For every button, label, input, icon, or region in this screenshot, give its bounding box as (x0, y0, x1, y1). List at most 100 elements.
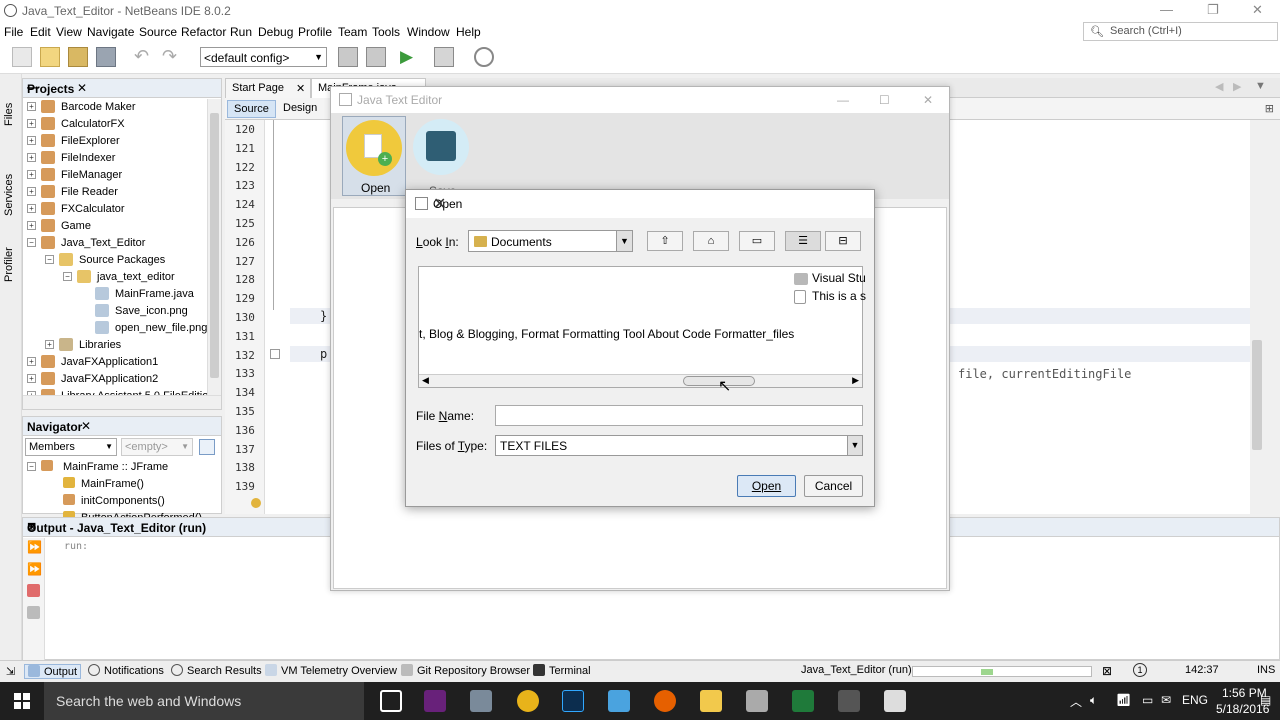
scroll-right-icon[interactable]: ▶ (852, 375, 859, 386)
expand-toggle-icon[interactable]: − (27, 462, 36, 471)
app-icon[interactable] (608, 690, 630, 712)
tree-item[interactable]: + Game (23, 218, 203, 235)
menu-team[interactable]: Team (338, 25, 367, 39)
settings-icon[interactable] (470, 690, 492, 712)
profile-icon[interactable] (474, 47, 494, 67)
home-icon[interactable]: ⌂ (693, 231, 729, 251)
open-button[interactable]: Open (737, 475, 796, 497)
fold-icon[interactable] (270, 349, 280, 359)
list-item[interactable]: Visual Stu (794, 271, 866, 285)
scroll-thumb[interactable] (210, 113, 219, 378)
status-tab-notifications[interactable]: Notifications (88, 664, 164, 677)
close-icon[interactable]: ✕ (296, 82, 305, 95)
close-icon[interactable]: ✕ (433, 194, 866, 214)
list-item[interactable]: This is a s (794, 289, 866, 304)
task-view-icon[interactable] (380, 690, 402, 712)
open-button[interactable]: + Open (342, 116, 406, 196)
scroll-left-icon[interactable]: ◀ (422, 375, 429, 386)
build-icon[interactable] (338, 47, 358, 67)
language-indicator[interactable]: ENG (1182, 693, 1208, 707)
status-tab-output[interactable]: Output (24, 664, 82, 679)
horizontal-scrollbar[interactable]: ◀ ▶ (419, 374, 862, 387)
taskbar-search[interactable]: Search the web and Windows (44, 682, 364, 720)
source-view-button[interactable]: Source (227, 100, 276, 118)
java-app-icon[interactable] (884, 690, 906, 712)
expand-toggle-icon[interactable]: + (27, 357, 36, 366)
minimize-icon[interactable]: — (1160, 2, 1173, 17)
layout-icon[interactable]: ⇲ (6, 665, 15, 678)
windows-start-icon[interactable] (14, 693, 30, 709)
status-tab-search-results[interactable]: Search Results (171, 664, 262, 677)
menu-view[interactable]: View (56, 25, 82, 39)
list-view-icon[interactable]: ☰ (785, 231, 821, 251)
navigator-item[interactable]: MainFrame() (23, 476, 203, 493)
save-button[interactable]: Save (411, 116, 475, 198)
scroll-right-icon[interactable]: ▶ (1233, 80, 1241, 93)
app-icon[interactable] (838, 690, 860, 712)
rerun-icon[interactable]: ⏩ (27, 540, 42, 554)
expand-toggle-icon[interactable]: + (27, 187, 36, 196)
run-icon[interactable]: ▶ (400, 47, 420, 67)
tree-item[interactable]: MainFrame.java (23, 286, 203, 303)
status-tab-git-browser[interactable]: Git Repository Browser (401, 664, 530, 677)
file-name-input[interactable] (495, 405, 863, 426)
open-project-icon[interactable] (68, 47, 88, 67)
tree-item[interactable]: + FileExplorer (23, 133, 203, 150)
menu-debug[interactable]: Debug (258, 25, 293, 39)
tree-item[interactable]: + Barcode Maker (23, 99, 203, 116)
app-icon[interactable] (746, 690, 768, 712)
new-project-icon[interactable] (40, 47, 60, 67)
minimize-icon[interactable]: — (27, 80, 215, 94)
up-folder-icon[interactable]: ⇧ (647, 231, 683, 251)
tree-item[interactable]: − java_text_editor (23, 269, 203, 286)
expand-toggle-icon[interactable]: − (63, 272, 72, 281)
tree-item[interactable]: + JavaFXApplication1 (23, 354, 203, 371)
tree-item[interactable]: + FileIndexer (23, 150, 203, 167)
tree-item[interactable]: + File Reader (23, 184, 203, 201)
redo-icon[interactable]: ↷ (162, 47, 182, 67)
view-icon[interactable] (199, 439, 215, 455)
notification-center-icon[interactable]: ▤ (1260, 693, 1271, 707)
restore-icon[interactable]: ❐ (1207, 2, 1219, 18)
expand-toggle-icon[interactable]: + (27, 170, 36, 179)
menu-edit[interactable]: Edit (30, 25, 51, 39)
expand-toggle-icon[interactable]: + (27, 221, 36, 230)
rerun-params-icon[interactable]: ⏩ (27, 562, 42, 576)
expand-toggle-icon[interactable]: + (27, 119, 36, 128)
side-tab-files[interactable]: Files (3, 103, 15, 126)
debug-icon[interactable] (434, 47, 454, 67)
maximize-icon[interactable]: ☐ (879, 93, 890, 107)
new-file-icon[interactable] (12, 47, 32, 67)
menu-help[interactable]: Help (456, 25, 481, 39)
look-in-select[interactable]: Documents ▼ (468, 230, 633, 252)
save-all-icon[interactable] (96, 47, 116, 67)
message-icon[interactable]: ✉︎ (1161, 693, 1171, 707)
menu-tools[interactable]: Tools (372, 25, 400, 39)
tab-start-page[interactable]: Start Page ✕ (225, 78, 311, 98)
navigator-item[interactable]: initComponents() (23, 493, 203, 510)
network-icon[interactable]: 📶︎ (1116, 693, 1131, 707)
side-tab-profiler[interactable]: Profiler (3, 247, 15, 282)
members-select[interactable]: Members ▼ (25, 438, 117, 456)
firefox-icon[interactable] (654, 690, 676, 712)
tree-item[interactable]: − Java_Text_Editor (23, 235, 203, 252)
status-tab-vm-telemetry[interactable]: VM Telemetry Overview (265, 664, 397, 677)
settings-icon[interactable] (27, 606, 40, 619)
expand-toggle-icon[interactable]: + (27, 136, 36, 145)
cancel-button[interactable]: Cancel (804, 475, 863, 497)
expand-toggle-icon[interactable]: + (27, 153, 36, 162)
notifications-icon[interactable]: 1 (1133, 663, 1147, 677)
status-tab-terminal[interactable]: Terminal (533, 664, 591, 677)
menu-profile[interactable]: Profile (298, 25, 332, 39)
tree-item[interactable]: + FileManager (23, 167, 203, 184)
expand-toggle-icon[interactable]: + (27, 374, 36, 383)
expand-toggle-icon[interactable]: − (27, 238, 36, 247)
search-input[interactable]: 🔍︎ Search (Ctrl+I) (1083, 22, 1278, 41)
editor-scrollbar[interactable] (1250, 120, 1265, 514)
menu-file[interactable]: File (4, 25, 23, 39)
minimize-icon[interactable]: — (837, 93, 849, 107)
cancel-task-icon[interactable]: ⊠ (1102, 664, 1112, 678)
tree-item[interactable]: + JavaFXApplication2 (23, 371, 203, 388)
battery-icon[interactable]: ▭ (1142, 693, 1153, 707)
design-view-button[interactable]: Design (277, 100, 323, 118)
